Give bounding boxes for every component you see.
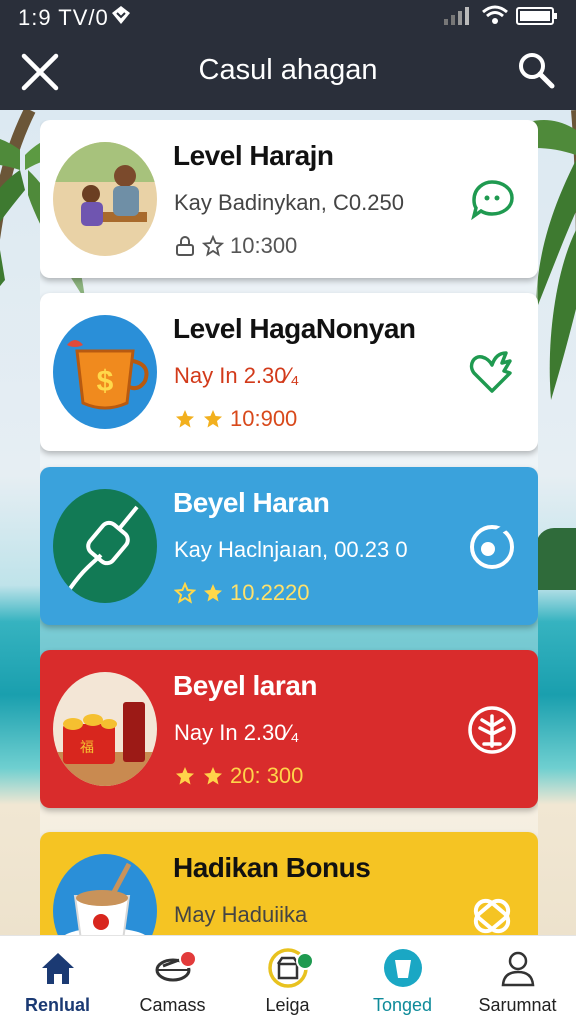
bandage-icon[interactable] — [466, 890, 518, 935]
star-icon — [204, 410, 222, 428]
star-icon — [176, 410, 194, 428]
speech-bubble-icon[interactable] — [466, 174, 518, 226]
card-meta: 10:300 — [174, 233, 297, 259]
card-meta: 10:900 — [174, 406, 297, 432]
nav-label: Leiga — [265, 995, 310, 1015]
nav-label: Renlual — [24, 995, 90, 1015]
notification-icon — [112, 6, 130, 24]
card-title: Hadikan Bonus — [173, 852, 371, 883]
card-subtitle: Nay In 2.30⁄₄ — [174, 720, 300, 745]
nav-item-cup[interactable]: Tonged — [345, 936, 460, 1025]
nav-label: Camass — [139, 995, 206, 1015]
card-value: 10:900 — [230, 406, 298, 431]
card-thumbnail: $ — [53, 315, 157, 429]
home-icon — [42, 953, 74, 984]
card-thumbnail — [53, 142, 157, 256]
card-title: Beyel laran — [173, 670, 317, 701]
level-card[interactable]: $ Level HagaNonyan Nay In 2.30⁄₄ 10:900 — [40, 293, 538, 451]
person-icon — [501, 951, 535, 987]
card-value: 10.2220 — [230, 580, 310, 605]
target-icon[interactable] — [466, 521, 518, 573]
card-subtitle: May Haduiika — [174, 902, 308, 927]
wifi-icon — [482, 5, 508, 24]
card-title: Level Harajn — [173, 140, 334, 171]
nav-label: Sarumnat — [478, 995, 557, 1015]
heart-icon[interactable] — [466, 347, 518, 399]
card-thumbnail: 福 — [53, 672, 157, 786]
level-card[interactable]: 福 Beyel laran Nay In 2.30⁄₄ 20: 300 — [40, 650, 538, 808]
nav-item-basket[interactable]: Camass — [115, 936, 230, 1025]
card-subtitle: Kay Badinykan, C0.250 — [174, 190, 404, 215]
svg-text:$: $ — [97, 365, 114, 398]
level-card[interactable]: Level Harajn Kay Badinykan, C0.250 10:30… — [40, 120, 538, 278]
card-thumbnail — [53, 489, 157, 603]
leaf-emblem-icon[interactable] — [466, 704, 518, 756]
card-title: Beyel Haran — [173, 487, 330, 518]
nav-label: Tonged — [372, 995, 433, 1015]
cup-icon — [384, 949, 422, 987]
card-meta: 20: 300 — [174, 763, 303, 789]
nav-item-home[interactable]: Renlual — [0, 936, 115, 1025]
status-time: 1:9 TV/0 — [18, 5, 109, 30]
search-icon[interactable] — [516, 50, 556, 90]
level-list: Level Harajn Kay Badinykan, C0.250 10:30… — [40, 120, 538, 935]
star-outline-icon — [202, 235, 224, 257]
bottom-nav: Renlual Camass Leiga Tonged Sarumnat — [0, 935, 576, 1025]
card-thumbnail — [53, 854, 157, 935]
star-icon — [204, 767, 222, 785]
status-bar: 1:9 TV/0 — [0, 0, 576, 34]
card-title: Level HagaNonyan — [173, 313, 416, 344]
card-meta: 10.2220 — [174, 580, 310, 606]
lock-icon — [176, 236, 194, 256]
level-card[interactable]: Beyel Haran Kay Haclnjaıan, 00.23 0 10.2… — [40, 467, 538, 625]
nav-item-store[interactable]: Leiga — [230, 936, 345, 1025]
star-icon — [176, 767, 194, 785]
svg-text:福: 福 — [80, 739, 94, 755]
distant-trees — [536, 528, 576, 590]
page-title: Casul ahagan — [198, 54, 378, 86]
signal-icon — [444, 7, 469, 25]
battery-icon — [516, 7, 557, 25]
level-card[interactable]: Hadikan Bonus May Haduiika — [40, 832, 538, 935]
app-bar: Casul ahagan — [0, 34, 576, 110]
card-subtitle: Kay Haclnjaıan, 00.23 0 — [174, 537, 408, 562]
notification-badge — [179, 950, 197, 968]
star-icon — [204, 584, 222, 602]
notification-badge — [296, 952, 314, 970]
card-subtitle: Nay In 2.30⁄₄ — [174, 363, 300, 388]
sparkle-star-icon — [174, 582, 196, 604]
card-value: 10:300 — [230, 233, 298, 258]
nav-item-profile[interactable]: Sarumnat — [460, 936, 575, 1025]
card-value: 20: 300 — [230, 763, 304, 788]
